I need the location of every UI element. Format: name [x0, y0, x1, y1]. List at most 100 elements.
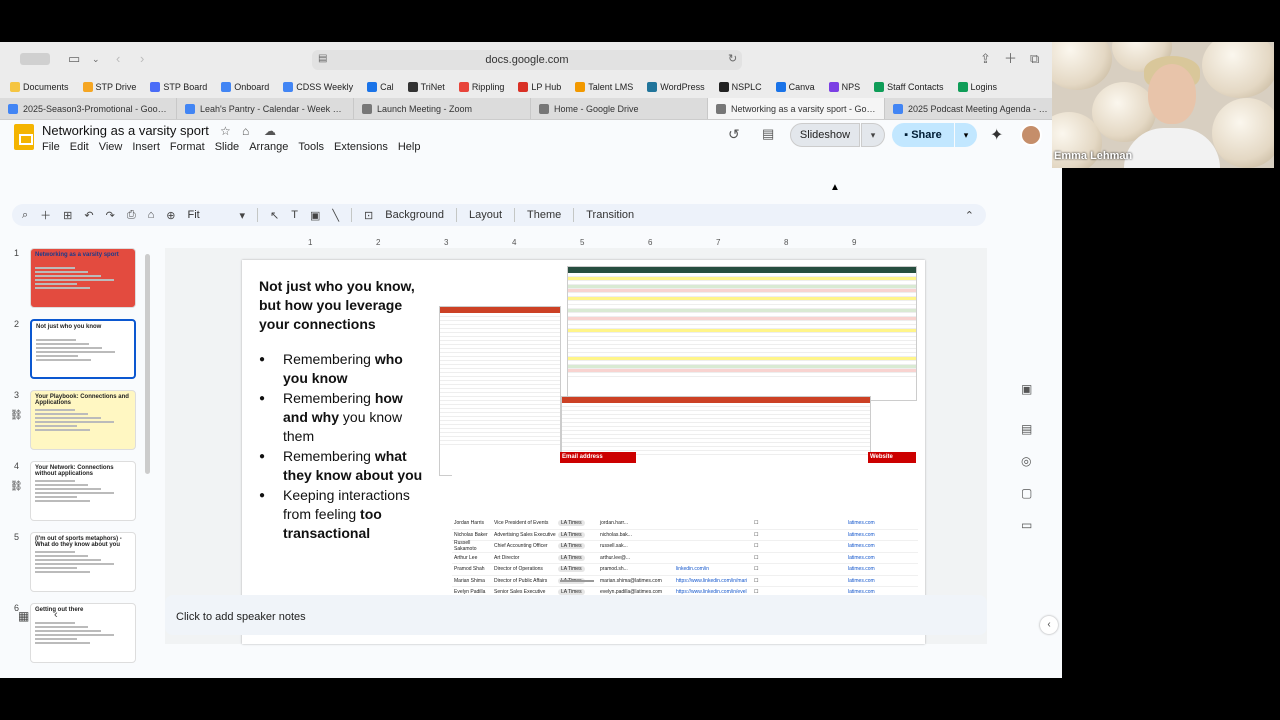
move-folder-icon[interactable]: ⌂	[242, 124, 249, 138]
share-dropdown[interactable]: ▾	[955, 123, 977, 147]
bookmark-item[interactable]: Canva	[775, 82, 815, 92]
filmstrip-scrollbar[interactable]	[145, 254, 150, 474]
transition-button[interactable]: Transition	[586, 209, 634, 221]
bookmark-item[interactable]: NSPLC	[718, 82, 762, 92]
bookmark-item[interactable]: Staff Contacts	[874, 82, 944, 92]
share-page-icon[interactable]: ⇪	[980, 50, 991, 68]
notes-resize-handle[interactable]	[560, 580, 594, 582]
bookmark-item[interactable]: Rippling	[458, 82, 504, 92]
print-icon[interactable]: ⎙	[127, 209, 136, 222]
search-menus-icon[interactable]: ⌕	[22, 209, 28, 222]
layout-picker-icon[interactable]: ⊞	[63, 209, 72, 222]
menu-item-view[interactable]: View	[99, 141, 123, 153]
comment-add-icon[interactable]: ⊡	[364, 209, 373, 222]
redo-icon[interactable]: ↷	[106, 209, 115, 222]
bookmark-item[interactable]: TriNet	[407, 82, 445, 92]
address-bar[interactable]: docs.google.com	[312, 50, 742, 70]
side-panel-toggle[interactable]: ‹	[1040, 616, 1058, 634]
bullet-item[interactable]: Remembering what they know about you	[259, 447, 429, 485]
select-tool-icon[interactable]: ↖	[270, 209, 279, 222]
browser-tab[interactable]: 2025 Podcast Meeting Agenda - Go...	[885, 98, 1062, 119]
calendar-addon-icon[interactable]: ▣	[1021, 382, 1032, 396]
bullet-list[interactable]: Remembering who you knowRemembering how …	[259, 350, 429, 544]
slide-thumbnail[interactable]: Your Playbook: Connections and Applicati…	[30, 390, 136, 450]
reload-icon[interactable]: ↻	[728, 50, 737, 68]
slide-thumbnail[interactable]: Your Network: Connections without applic…	[30, 461, 136, 521]
bookmark-item[interactable]: NPS	[828, 82, 860, 92]
sidebar-icon[interactable]: ▭	[68, 50, 80, 68]
text-box-icon[interactable]: T	[291, 209, 298, 221]
menu-item-format[interactable]: Format	[170, 141, 205, 153]
sidebar-toggle-icon[interactable]	[20, 53, 50, 65]
menu-item-insert[interactable]: Insert	[132, 141, 160, 153]
bookmark-item[interactable]: STP Board	[150, 82, 207, 92]
browser-tab[interactable]: 2025-Season3-Promotional - Googl...	[0, 98, 177, 119]
history-icon[interactable]: ↺	[728, 126, 740, 143]
bookmark-item[interactable]: STP Drive	[82, 82, 136, 92]
slideshow-button[interactable]: Slideshow	[790, 123, 860, 147]
forward-icon[interactable]: ›	[140, 50, 144, 68]
tasks-addon-icon[interactable]: ◎	[1021, 454, 1031, 468]
bullet-item[interactable]: Keeping interactions from feeling too tr…	[259, 486, 429, 543]
keep-addon-icon[interactable]: ▤	[1021, 422, 1032, 436]
bullet-item[interactable]: Remembering how and why you know them	[259, 389, 429, 446]
slide-thumbnail[interactable]: Networking as a varsity sport	[30, 248, 136, 308]
browser-tab[interactable]: Launch Meeting - Zoom	[354, 98, 531, 119]
share-button[interactable]: ▪ Share	[892, 123, 954, 147]
theme-button[interactable]: Theme	[527, 209, 561, 221]
folder-icon[interactable]: ▭	[1021, 518, 1032, 532]
slide-thumbnail[interactable]: Not just who you know	[30, 319, 136, 379]
slides-logo-icon[interactable]	[14, 124, 34, 150]
back-icon[interactable]: ‹	[116, 50, 120, 68]
thumbnail-content	[31, 480, 135, 502]
slide-heading[interactable]: Not just who you know, but how you lever…	[259, 277, 429, 334]
tab-overview-icon[interactable]: ⧉	[1030, 50, 1039, 68]
layout-button[interactable]: Layout	[469, 209, 502, 221]
bookmark-item[interactable]: Documents	[10, 82, 69, 92]
background-button[interactable]: Background	[385, 209, 444, 221]
menu-item-extensions[interactable]: Extensions	[334, 141, 388, 153]
browser-tab[interactable]: Home - Google Drive	[531, 98, 708, 119]
collapse-toolbar-icon[interactable]: ⌃	[965, 209, 974, 222]
bookmark-item[interactable]: Logins	[957, 82, 997, 92]
menu-item-file[interactable]: File	[42, 141, 60, 153]
current-slide[interactable]: Not just who you know, but how you lever…	[242, 260, 925, 644]
chevron-down-icon[interactable]: ⌄	[92, 50, 100, 68]
menu-item-edit[interactable]: Edit	[70, 141, 89, 153]
zoom-icon[interactable]: ⊕	[166, 209, 175, 222]
new-tab-icon[interactable]: ＋	[1004, 50, 1017, 68]
image-icon[interactable]: ▣	[310, 209, 320, 222]
comments-icon[interactable]: ▤	[762, 126, 774, 142]
speaker-notes-placeholder[interactable]: Click to add speaker notes	[176, 611, 306, 623]
new-slide-icon[interactable]: ＋	[40, 207, 51, 223]
bookmark-item[interactable]: LP Hub	[518, 82, 561, 92]
zoom-select[interactable]: Fit	[188, 209, 228, 221]
bookmark-item[interactable]: CDSS Weekly	[283, 82, 353, 92]
menu-item-tools[interactable]: Tools	[298, 141, 324, 153]
browser-tab[interactable]: Leah's Pantry - Calendar - Week of...	[177, 98, 354, 119]
chevron-down-icon[interactable]: ▾	[240, 209, 246, 222]
undo-icon[interactable]: ↶	[84, 209, 93, 222]
menu-item-slide[interactable]: Slide	[215, 141, 239, 153]
divider	[351, 208, 353, 222]
slide-thumbnail[interactable]: (I'm out of sports metaphors) - What do …	[30, 532, 136, 592]
gemini-icon[interactable]: ✦	[990, 125, 1003, 145]
star-icon[interactable]: ☆	[220, 124, 231, 138]
collapse-filmstrip-icon[interactable]: ‹	[54, 609, 58, 621]
slideshow-dropdown[interactable]: ▾	[861, 123, 885, 147]
menu-item-help[interactable]: Help	[398, 141, 421, 153]
grid-view-icon[interactable]: ▦	[18, 609, 29, 623]
browser-tab[interactable]: Networking as a varsity sport - Goo...	[708, 98, 885, 119]
menu-item-arrange[interactable]: Arrange	[249, 141, 288, 153]
bullet-item[interactable]: Remembering who you know	[259, 350, 429, 388]
account-avatar[interactable]	[1020, 124, 1042, 146]
bookmark-item[interactable]: WordPress	[647, 82, 705, 92]
paint-format-icon[interactable]: ⌂	[148, 209, 155, 221]
bookmark-item[interactable]: Onboard	[221, 82, 269, 92]
bookmark-item[interactable]: Talent LMS	[575, 82, 633, 92]
slide-thumbnail[interactable]: Getting out there	[30, 603, 136, 663]
doc-title[interactable]: Networking as a varsity sport	[42, 123, 209, 138]
contacts-addon-icon[interactable]: ▢	[1021, 486, 1032, 500]
bookmark-item[interactable]: Cal	[367, 82, 394, 92]
line-icon[interactable]: ╲	[332, 209, 339, 222]
